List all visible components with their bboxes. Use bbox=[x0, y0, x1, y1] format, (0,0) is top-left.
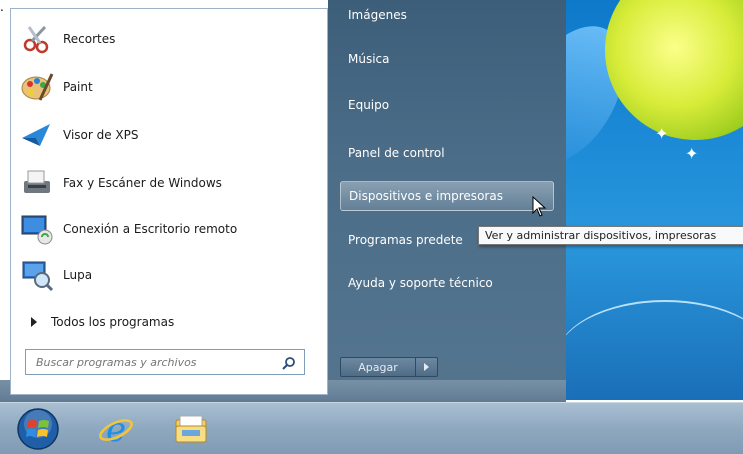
shutdown-button[interactable]: Apagar bbox=[340, 357, 416, 377]
remote-desktop-icon bbox=[19, 211, 55, 247]
desktop: ✦ ✦ Imágenes Música Equipo Panel de cont… bbox=[0, 0, 743, 454]
start-orb-button[interactable] bbox=[15, 407, 61, 451]
mouse-pointer-icon bbox=[532, 196, 547, 217]
program-label: Visor de XPS bbox=[63, 128, 139, 142]
right-item-control-panel[interactable]: Panel de control bbox=[340, 138, 554, 168]
right-item-images[interactable]: Imágenes bbox=[340, 0, 554, 30]
search-icon[interactable] bbox=[282, 355, 296, 374]
shutdown-label: Apagar bbox=[358, 360, 398, 374]
tooltip: Ver y administrar dispositivos, impresor… bbox=[478, 226, 743, 245]
program-label: Recortes bbox=[63, 32, 116, 46]
right-item-label: Panel de control bbox=[348, 146, 445, 160]
windows-explorer-button[interactable] bbox=[170, 409, 212, 449]
program-label: Lupa bbox=[63, 268, 93, 282]
right-item-label: Equipo bbox=[348, 98, 390, 112]
taskbar: e bbox=[0, 402, 743, 454]
right-item-label: Imágenes bbox=[348, 8, 407, 22]
sparkle-icon: ✦ bbox=[655, 124, 669, 143]
wallpaper: ✦ ✦ bbox=[565, 0, 743, 400]
right-item-label: Ayuda y soporte técnico bbox=[348, 276, 493, 290]
page-fragment: . bbox=[0, 0, 4, 14]
program-item-paint[interactable]: Paint bbox=[19, 65, 319, 109]
all-programs-label: Todos los programas bbox=[51, 315, 175, 329]
program-label: Conexión a Escritorio remoto bbox=[63, 222, 238, 236]
right-item-label: Dispositivos e impresoras bbox=[349, 189, 503, 203]
internet-explorer-icon: e bbox=[99, 410, 133, 448]
chevron-right-icon bbox=[424, 363, 429, 371]
sparkle-icon: ✦ bbox=[685, 144, 699, 163]
paint-icon bbox=[19, 69, 55, 105]
fax-scanner-icon bbox=[19, 165, 55, 201]
program-item-fax-scanner[interactable]: Fax y Escáner de Windows bbox=[19, 161, 319, 205]
windows-logo-icon bbox=[17, 408, 59, 450]
program-label: Fax y Escáner de Windows bbox=[63, 176, 222, 190]
program-label: Paint bbox=[63, 80, 93, 94]
program-item-snipping-tool[interactable]: Recortes bbox=[19, 17, 319, 61]
internet-explorer-button[interactable]: e bbox=[95, 409, 137, 449]
shutdown-options-button[interactable] bbox=[416, 357, 438, 377]
magnifier-icon bbox=[19, 257, 55, 293]
all-programs-button[interactable]: Todos los programas bbox=[21, 309, 321, 335]
shutdown-group: Apagar bbox=[340, 357, 438, 377]
search-box[interactable] bbox=[25, 349, 305, 375]
right-item-help-support[interactable]: Ayuda y soporte técnico bbox=[340, 268, 554, 298]
start-menu-left-pane: Recortes Paint Visor de XPS Fax y Escáne… bbox=[10, 8, 328, 395]
right-item-computer[interactable]: Equipo bbox=[340, 90, 554, 120]
snipping-tool-icon bbox=[19, 21, 55, 57]
program-item-xps-viewer[interactable]: Visor de XPS bbox=[19, 113, 319, 157]
tooltip-text: Ver y administrar dispositivos, impresor… bbox=[485, 229, 717, 242]
right-item-music[interactable]: Música bbox=[340, 44, 554, 74]
right-item-default-programs[interactable]: Programas predete bbox=[340, 225, 480, 255]
right-item-devices-printers[interactable]: Dispositivos e impresoras bbox=[340, 181, 554, 211]
right-item-label: Programas predete bbox=[348, 233, 463, 247]
program-item-remote-desktop[interactable]: Conexión a Escritorio remoto bbox=[19, 207, 319, 251]
svg-text:e: e bbox=[106, 410, 126, 448]
program-item-magnifier[interactable]: Lupa bbox=[19, 253, 319, 297]
wallpaper-wave bbox=[565, 300, 743, 400]
right-item-label: Música bbox=[348, 52, 390, 66]
windows-explorer-icon bbox=[175, 415, 207, 443]
search-input[interactable] bbox=[34, 354, 270, 370]
chevron-right-icon bbox=[31, 317, 37, 327]
xps-viewer-icon bbox=[19, 117, 55, 153]
